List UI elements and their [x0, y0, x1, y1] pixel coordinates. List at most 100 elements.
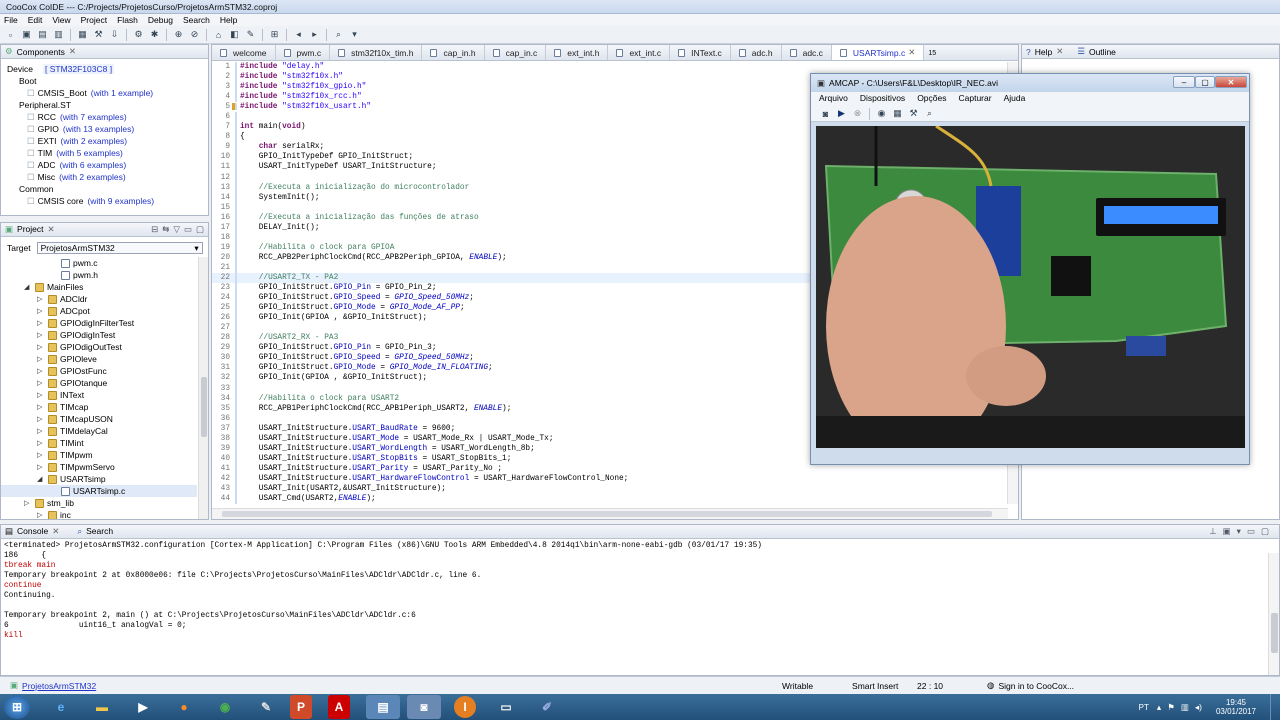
- flag-icon[interactable]: ⚑: [1167, 702, 1175, 713]
- chevron-down-icon[interactable]: ◢: [37, 475, 45, 483]
- close-icon[interactable]: ✕: [1056, 46, 1063, 57]
- code-line[interactable]: 1 #include "delay.h": [212, 62, 1008, 73]
- repository-icon[interactable]: ⌂: [212, 28, 225, 41]
- link-icon[interactable]: ⇆: [162, 224, 169, 235]
- chevron-right-icon[interactable]: ▷: [37, 367, 45, 375]
- notepad-icon[interactable]: ✎: [249, 695, 283, 719]
- component-item[interactable]: ☐ EXTI (with 2 examples): [1, 135, 208, 147]
- component-check-icon[interactable]: ☐: [27, 196, 35, 207]
- media-player-icon[interactable]: ▶: [126, 695, 160, 719]
- component-item[interactable]: ☐ GPIO (with 13 examples): [1, 123, 208, 135]
- maximize-icon[interactable]: ▢: [1261, 526, 1269, 537]
- editor-tab[interactable]: adc.c: [782, 45, 832, 60]
- play-icon[interactable]: ▶: [835, 107, 848, 120]
- code-line[interactable]: 41 USART_InitStructure.USART_Parity = US…: [212, 463, 1008, 474]
- remote-desktop-icon[interactable]: ▤: [366, 695, 400, 719]
- new-console-icon[interactable]: ▾: [1237, 526, 1241, 537]
- tree-folder[interactable]: ▷ TIMcap: [1, 401, 197, 413]
- powerpoint-icon[interactable]: P: [290, 695, 312, 719]
- window-task-icon[interactable]: ▭: [489, 695, 523, 719]
- chevron-right-icon[interactable]: ▷: [37, 415, 45, 423]
- component-examples-link[interactable]: (with 2 examples): [61, 136, 128, 146]
- status-project-link[interactable]: ProjetosArmSTM32: [22, 681, 782, 691]
- acrobat-icon[interactable]: A: [328, 695, 350, 719]
- coide-task-icon[interactable]: I: [448, 695, 482, 719]
- component-check-icon[interactable]: ☐: [27, 160, 35, 171]
- component-item[interactable]: ☐ ADC (with 6 examples): [1, 159, 208, 171]
- minimize-icon[interactable]: ▭: [1247, 526, 1255, 537]
- stop-icon[interactable]: ⊗: [851, 107, 864, 120]
- minimize-icon[interactable]: ▭: [184, 224, 192, 235]
- chevron-right-icon[interactable]: ▷: [37, 307, 45, 315]
- component-item[interactable]: Common: [1, 183, 208, 195]
- chevron-right-icon[interactable]: ▷: [37, 427, 45, 435]
- chevron-right-icon[interactable]: ▷: [37, 379, 45, 387]
- close-icon[interactable]: ✕: [69, 46, 76, 57]
- editor-tab[interactable]: cap_in.c: [485, 45, 547, 60]
- debug-icon[interactable]: ✱: [148, 28, 161, 41]
- chevron-right-icon[interactable]: ▷: [37, 391, 45, 399]
- component-check-icon[interactable]: ☐: [27, 148, 35, 159]
- tree-folder[interactable]: ▷ ADCldr: [1, 293, 197, 305]
- rebuild-icon[interactable]: ⚒: [92, 28, 105, 41]
- clock[interactable]: 19:45 03/01/2017: [1216, 698, 1256, 716]
- menu-debug[interactable]: Debug: [148, 15, 173, 25]
- amcap-menu-item[interactable]: Ajuda: [1004, 93, 1026, 105]
- show-desktop-button[interactable]: [1270, 694, 1280, 720]
- component-examples-link[interactable]: (with 9 examples): [87, 196, 154, 206]
- forward-icon[interactable]: ▸: [308, 28, 321, 41]
- tree-folder[interactable]: ▷ ADCpot: [1, 305, 197, 317]
- erase-icon[interactable]: ⊘: [188, 28, 201, 41]
- amcap-menu-item[interactable]: Arquivo: [819, 93, 848, 105]
- editor-tab[interactable]: ext_int.c: [608, 45, 671, 60]
- chevron-down-icon[interactable]: ◢: [24, 283, 32, 291]
- component-item[interactable]: ☐ Misc (with 2 examples): [1, 171, 208, 183]
- code-line[interactable]: 44 USART_Cmd(USART2,ENABLE);: [212, 494, 1008, 504]
- tree-folder[interactable]: ▷ GPIOleve: [1, 353, 197, 365]
- tree-file[interactable]: pwm.h: [1, 269, 197, 281]
- chevron-right-icon[interactable]: ▷: [37, 295, 45, 303]
- search-tab[interactable]: Search: [86, 526, 113, 537]
- language-indicator[interactable]: PT: [1139, 703, 1149, 712]
- component-item[interactable]: ☐ RCC (with 7 examples): [1, 111, 208, 123]
- tree-file[interactable]: pwm.c: [1, 257, 197, 269]
- console-scrollbar[interactable]: [1268, 553, 1279, 675]
- help-icon[interactable]: ✎: [244, 28, 257, 41]
- console-tab[interactable]: Console: [17, 526, 48, 537]
- minimize-button[interactable]: –: [1173, 76, 1195, 88]
- editor-tab[interactable]: stm32f10x_tim.h: [330, 45, 423, 60]
- amcap-menu-item[interactable]: Dispositivos: [860, 93, 905, 105]
- close-button[interactable]: ✕: [1215, 76, 1247, 88]
- tree-folder[interactable]: ▷ stm_lib: [1, 497, 197, 509]
- view-menu-icon[interactable]: ▽: [173, 224, 180, 235]
- menu-search[interactable]: Search: [183, 15, 210, 25]
- console-output[interactable]: 186 {tbreak main Temporary breakpoint 2 a…: [1, 551, 1279, 641]
- open-icon[interactable]: ▣: [20, 28, 33, 41]
- target-select[interactable]: ProjetosArmSTM32 ▾: [36, 242, 203, 254]
- new-file-icon[interactable]: ▫: [4, 28, 17, 41]
- tree-file[interactable]: USARTsimp.c: [1, 485, 197, 497]
- flash-icon[interactable]: ⊕: [172, 28, 185, 41]
- code-line[interactable]: 43 USART_Init(USART2,&USART_InitStructur…: [212, 483, 1008, 495]
- components-tab[interactable]: Components: [17, 47, 65, 57]
- maximize-icon[interactable]: ▢: [196, 224, 204, 235]
- component-check-icon[interactable]: ☐: [27, 124, 35, 135]
- configure-icon[interactable]: ⚙: [132, 28, 145, 41]
- close-icon[interactable]: ✕: [52, 526, 59, 537]
- chevron-right-icon[interactable]: ▷: [37, 319, 45, 327]
- snapshot-icon[interactable]: ◙: [819, 107, 832, 120]
- editor-hscrollbar[interactable]: [212, 508, 1008, 519]
- component-examples-link[interactable]: (with 6 examples): [60, 160, 127, 170]
- component-examples-link[interactable]: (with 7 examples): [60, 112, 127, 122]
- chevron-right-icon[interactable]: ▷: [37, 343, 45, 351]
- code-line[interactable]: 42 USART_InitStructure.USART_HardwareFlo…: [212, 473, 1008, 484]
- back-icon[interactable]: ◂: [292, 28, 305, 41]
- signin-link[interactable]: Sign in to CooCox...: [998, 681, 1074, 691]
- menu-file[interactable]: File: [4, 15, 18, 25]
- start-button-icon[interactable]: ⊞: [4, 695, 30, 719]
- chevron-right-icon[interactable]: ▷: [37, 439, 45, 447]
- editor-tab[interactable]: USARTsimp.c ✕: [831, 45, 925, 60]
- tree-folder[interactable]: ▷ TIMint: [1, 437, 197, 449]
- component-icon[interactable]: ◧: [228, 28, 241, 41]
- component-item[interactable]: Boot: [1, 75, 208, 87]
